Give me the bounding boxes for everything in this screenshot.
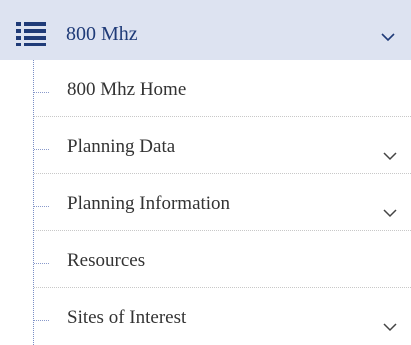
- chevron-down-icon[interactable]: [381, 29, 395, 42]
- tree-branch: [34, 206, 49, 207]
- menu-item-label: Resources: [67, 250, 146, 271]
- menu-item-800-mhz-home[interactable]: 800 Mhz Home: [0, 60, 411, 117]
- tree-branch: [34, 263, 49, 264]
- tree-branch: [34, 149, 49, 150]
- menu-item-label: Planning Data: [67, 136, 176, 157]
- menu-header-label: 800 Mhz: [66, 23, 138, 45]
- tree-branch: [34, 320, 49, 321]
- menu-item-label: Planning Information: [67, 193, 231, 214]
- menu-item-planning-information[interactable]: Planning Information: [0, 174, 411, 231]
- menu-item-planning-data[interactable]: Planning Data: [0, 117, 411, 174]
- menu-item-label: 800 Mhz Home: [67, 79, 187, 100]
- tree-branch: [34, 92, 49, 93]
- menu-item-sites-of-interest[interactable]: Sites of Interest: [0, 288, 411, 345]
- chevron-down-icon[interactable]: [383, 319, 397, 332]
- menu-item-label: Sites of Interest: [67, 307, 187, 328]
- side-menu: 800 Mhz 800 Mhz Home Planning Data Plann…: [0, 0, 411, 345]
- chevron-down-icon[interactable]: [383, 205, 397, 218]
- menu-item-resources[interactable]: Resources: [0, 231, 411, 288]
- list-icon: [16, 22, 46, 46]
- chevron-down-icon[interactable]: [383, 148, 397, 161]
- menu-header-800-mhz[interactable]: 800 Mhz: [0, 0, 411, 60]
